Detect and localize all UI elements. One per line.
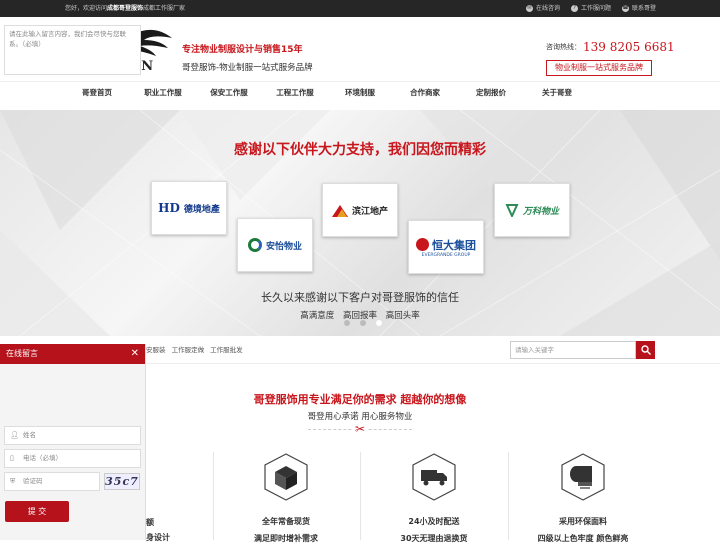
carousel-dot[interactable] xyxy=(344,320,350,326)
user-icon: 👤︎ xyxy=(10,431,19,439)
partner-logo-binjiang[interactable]: 滨江地产 xyxy=(322,183,398,237)
captcha-placeholder: 验证码 xyxy=(23,477,43,485)
nav-item-engineering-uniform[interactable]: 工程工作服 xyxy=(276,82,314,111)
nav-item-home[interactable]: 哥登首页 xyxy=(82,82,112,111)
feature-desc: 30天无理由退换货 xyxy=(400,534,468,543)
partner-logo-anyi[interactable]: 安怡物业 xyxy=(237,218,313,272)
nav-item-quote[interactable]: 定制报价 xyxy=(476,82,506,111)
name-field[interactable]: 👤︎ 姓名 xyxy=(4,426,141,445)
partner-name: 恒大集团 xyxy=(432,238,476,252)
fabric-roll-icon xyxy=(560,452,606,502)
feature-separator xyxy=(213,452,214,540)
truck-icon xyxy=(411,452,457,502)
hotline-number: 139 8205 6681 xyxy=(583,40,675,54)
hot-keywords[interactable]: 安服装 工作服定做 工作服批发 xyxy=(146,336,243,364)
scissors-icon: ✂ xyxy=(352,421,368,437)
partner-banner: 感谢以下伙伴大力支持，我们因您而精彩 HD 德境地產 安怡物业 滨江地产 恒大集团… xyxy=(0,110,720,336)
search-input[interactable]: 请输入关键字 xyxy=(510,341,636,359)
submit-button[interactable]: 提 交 xyxy=(5,501,69,522)
name-placeholder: 姓名 xyxy=(23,431,36,439)
captcha-image[interactable]: 35c7 xyxy=(104,473,140,490)
message-panel-title: 在线留言 xyxy=(6,349,38,358)
banner-subtitle: 长久以来感谢以下客户对哥登服饰的信任 xyxy=(261,291,459,304)
feature-separator xyxy=(360,452,361,540)
welcome-prefix: 您好，欢迎访问 xyxy=(65,5,108,12)
hotline-label: 咨询热线： xyxy=(546,43,581,51)
feature-partial-line1: 额 xyxy=(146,518,154,527)
close-icon[interactable]: ✕ xyxy=(131,344,139,364)
welcome-text: 您好，欢迎访问成都哥登服饰成都工作服厂家 xyxy=(65,0,185,17)
feature-stock: 全年常备现货 满足即时增补需求 xyxy=(231,452,341,544)
partner-name: 万科物业 xyxy=(522,206,559,217)
mobile-icon: ▯ xyxy=(10,454,14,462)
phone-icon: ☎ xyxy=(621,5,629,12)
phone-placeholder: 电话（必填） xyxy=(23,454,62,462)
nav-item-partners[interactable]: 合作商家 xyxy=(410,82,440,111)
nav-item-about[interactable]: 关于哥登 xyxy=(542,82,572,111)
question-icon: ? xyxy=(570,5,578,12)
feature-title: 采用环保面料 xyxy=(559,517,607,526)
message-panel-header: 在线留言 ✕ xyxy=(0,344,145,364)
header-slogan-main: 专注物业制服设计与销售15年 xyxy=(182,45,303,55)
message-textarea[interactable]: 请在此输入留言内容，我们会尽快与您联系。（必填） xyxy=(4,25,141,75)
nav-item-environment-uniform[interactable]: 环境制服 xyxy=(345,82,375,111)
partner-name: 滨江地产 xyxy=(351,206,388,217)
captcha-field[interactable]: ⛨ 验证码 xyxy=(4,472,100,491)
feature-partial-line2: 身设计 xyxy=(146,533,170,542)
partner-name: 安怡物业 xyxy=(265,241,302,252)
chat-icon: ✉ xyxy=(525,5,533,12)
partner-logo-evergrande[interactable]: 恒大集团 EVERGRANDE GROUP xyxy=(408,220,484,274)
box-icon xyxy=(263,452,309,502)
top-link-chat[interactable]: ✉ 在线咨询 xyxy=(525,0,560,17)
feature-separator xyxy=(508,452,509,540)
partner-logo-dejing[interactable]: HD 德境地產 xyxy=(151,181,227,235)
partner-name: 德境地產 xyxy=(183,204,220,215)
carousel-dots xyxy=(344,320,382,326)
feature-desc: 四级以上色牢度 颜色鲜亮 xyxy=(537,534,629,543)
feature-desc: 满足即时增补需求 xyxy=(254,534,318,543)
feature-fabric: 采用环保面料 四级以上色牢度 颜色鲜亮 xyxy=(528,452,638,544)
feature-title: 24小及时配送 xyxy=(408,517,460,526)
top-link-contact[interactable]: ☎ 联系哥登 xyxy=(621,0,656,17)
welcome-brand: 成都哥登服饰 xyxy=(107,5,144,12)
dejing-mark: HD xyxy=(158,201,180,215)
evergrande-english: EVERGRANDE GROUP xyxy=(421,252,471,258)
top-links: ✉ 在线咨询 ? 工作服问题 ☎ 联系哥登 xyxy=(525,0,656,17)
search-button[interactable] xyxy=(636,341,655,359)
carousel-dot-active[interactable] xyxy=(376,320,382,326)
top-link-question[interactable]: ? 工作服问题 xyxy=(570,0,611,17)
carousel-dot[interactable] xyxy=(360,320,366,326)
shield-icon: ⛨ xyxy=(10,477,16,485)
partner-logo-vanke[interactable]: 万科物业 xyxy=(494,183,570,237)
brand-badge: 物业制服一站式服务品牌 xyxy=(546,60,652,76)
evergrande-logo-icon xyxy=(416,238,429,251)
header-slogan-sub: 哥登服饰-物业制服一站式服务品牌 xyxy=(182,63,313,73)
top-link-label: 联系哥登 xyxy=(631,5,656,12)
anyi-logo-icon xyxy=(247,238,262,252)
feature-delivery: 24小及时配送 30天无理由退换货 xyxy=(379,452,489,544)
top-bar: 您好，欢迎访问成都哥登服饰成都工作服厂家 ✉ 在线咨询 ? 工作服问题 ☎ 联系哥登 xyxy=(0,0,720,17)
binjiang-logo-icon xyxy=(331,205,348,217)
vanke-logo-icon xyxy=(505,204,519,217)
main-nav: 哥登首页 职业工作服 保安工作服 工程工作服 环境制服 合作商家 定制报价 关于… xyxy=(0,81,720,110)
feature-title: 全年常备现货 xyxy=(262,517,310,526)
nav-item-security-uniform[interactable]: 保安工作服 xyxy=(210,82,248,111)
banner-title: 感谢以下伙伴大力支持，我们因您而精彩 xyxy=(234,142,486,158)
top-link-label: 在线咨询 xyxy=(535,5,560,12)
phone-field[interactable]: ▯ 电话（必填） xyxy=(4,449,141,468)
search-icon xyxy=(640,345,651,355)
welcome-suffix: 成都工作服厂家 xyxy=(143,5,186,12)
nav-item-work-uniform[interactable]: 职业工作服 xyxy=(144,82,182,111)
top-link-label: 工作服问题 xyxy=(580,5,611,12)
